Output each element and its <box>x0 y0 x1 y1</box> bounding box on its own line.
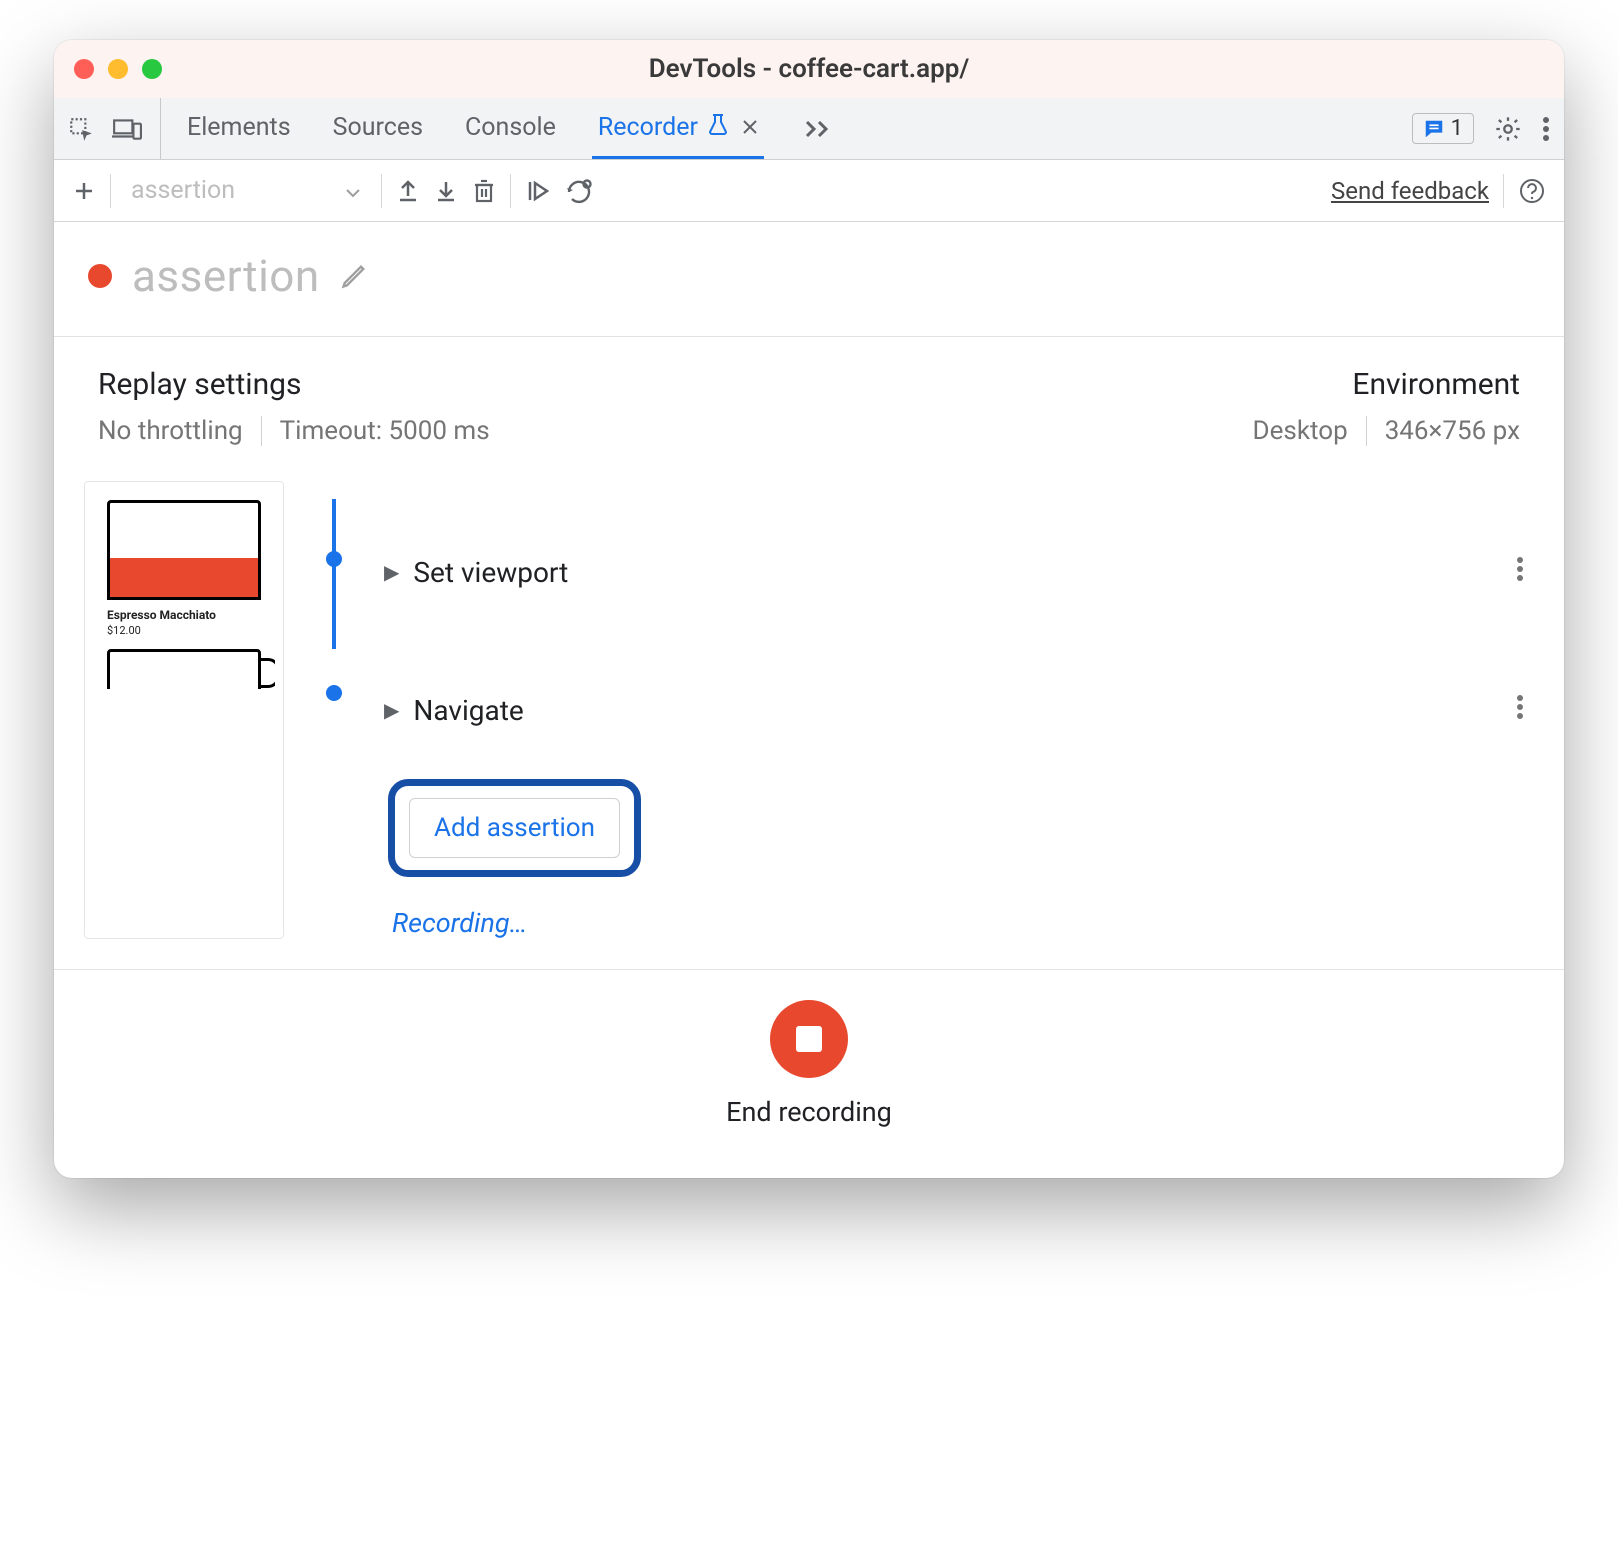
dimensions-value[interactable]: 346×756 px <box>1385 416 1520 446</box>
timeline <box>304 481 364 939</box>
end-recording-label: End recording <box>726 1096 892 1128</box>
tab-label: Console <box>465 113 556 142</box>
recording-indicator-icon <box>88 264 112 288</box>
chevron-down-icon <box>345 176 361 205</box>
inspect-element-icon[interactable] <box>68 116 94 142</box>
recording-header: assertion <box>54 222 1564 337</box>
close-window-button[interactable] <box>74 59 94 79</box>
recorder-toolbar: assertion Send feedback <box>54 160 1564 222</box>
devtools-tabstrip: Elements Sources Console Recorder <box>54 98 1564 160</box>
steps-area: Espresso Macchiato $12.00 ▶ Set viewport <box>54 481 1564 969</box>
tab-sources[interactable]: Sources <box>327 98 429 159</box>
step-label: Set viewport <box>413 556 568 589</box>
device-toolbar-icon[interactable] <box>112 116 142 142</box>
issues-count: 1 <box>1451 116 1463 141</box>
add-assertion-button[interactable]: Add assertion <box>409 798 620 858</box>
more-tabs-icon[interactable] <box>804 98 834 159</box>
step-menu-icon[interactable] <box>1506 694 1534 727</box>
delete-icon[interactable] <box>472 178 496 204</box>
window-title: DevTools - coffee-cart.app/ <box>54 54 1564 84</box>
export-icon[interactable] <box>396 178 420 204</box>
throttling-value[interactable]: No throttling <box>98 416 243 446</box>
devtools-window: DevTools - coffee-cart.app/ Elements Sou… <box>54 40 1564 1178</box>
device-value[interactable]: Desktop <box>1253 416 1348 446</box>
import-icon[interactable] <box>434 178 458 204</box>
tab-recorder[interactable]: Recorder <box>592 98 764 159</box>
expand-icon: ▶ <box>384 698 399 722</box>
recording-status: Recording… <box>392 907 1534 939</box>
message-icon <box>1423 118 1445 140</box>
performance-replay-icon[interactable] <box>565 178 595 204</box>
kebab-menu-icon[interactable] <box>1542 116 1550 142</box>
tab-elements[interactable]: Elements <box>181 98 297 159</box>
screenshot-thumbnail[interactable]: Espresso Macchiato $12.00 <box>84 481 284 939</box>
dropdown-value: assertion <box>131 176 235 205</box>
send-feedback-link[interactable]: Send feedback <box>1331 177 1489 205</box>
divider <box>1366 416 1367 446</box>
titlebar: DevTools - coffee-cart.app/ <box>54 40 1564 98</box>
minimize-window-button[interactable] <box>108 59 128 79</box>
settings-row: Replay settings No throttling Timeout: 5… <box>54 337 1564 481</box>
traffic-lights <box>74 59 162 79</box>
close-tab-icon[interactable] <box>742 113 758 142</box>
issues-badge[interactable]: 1 <box>1412 113 1474 144</box>
help-icon[interactable] <box>1518 177 1546 205</box>
experiment-icon <box>708 113 728 142</box>
thumbnail-product: Espresso Macchiato <box>93 606 275 624</box>
step-label: Navigate <box>413 694 523 727</box>
replay-icon[interactable] <box>525 178 551 204</box>
expand-icon: ▶ <box>384 560 399 584</box>
footer: End recording <box>54 969 1564 1178</box>
environment-heading: Environment <box>1253 367 1520 402</box>
step-menu-icon[interactable] <box>1506 556 1534 589</box>
new-recording-icon[interactable] <box>72 179 96 203</box>
add-assertion-highlight: Add assertion <box>388 779 1534 877</box>
tab-label: Elements <box>187 113 291 142</box>
timeline-node <box>326 551 342 567</box>
recording-title: assertion <box>132 250 320 302</box>
thumbnail-price: $12.00 <box>93 624 275 645</box>
timeline-node <box>326 685 342 701</box>
tab-label: Sources <box>333 113 423 142</box>
recording-dropdown[interactable]: assertion <box>125 176 367 205</box>
steps-list: ▶ Set viewport ▶ Navigate Add assertion <box>384 481 1534 939</box>
end-recording-button[interactable] <box>770 1000 848 1078</box>
settings-icon[interactable] <box>1494 115 1522 143</box>
timeout-value[interactable]: Timeout: 5000 ms <box>280 416 490 446</box>
replay-settings: Replay settings No throttling Timeout: 5… <box>98 367 490 446</box>
step-set-viewport[interactable]: ▶ Set viewport <box>384 533 1534 611</box>
maximize-window-button[interactable] <box>142 59 162 79</box>
step-navigate[interactable]: ▶ Navigate <box>384 671 1534 749</box>
environment-settings: Environment Desktop 346×756 px <box>1253 367 1520 446</box>
divider <box>261 416 262 446</box>
tab-console[interactable]: Console <box>459 98 562 159</box>
stop-icon <box>796 1026 822 1052</box>
tab-label: Recorder <box>598 113 698 142</box>
replay-heading: Replay settings <box>98 367 490 402</box>
edit-title-icon[interactable] <box>340 262 368 290</box>
